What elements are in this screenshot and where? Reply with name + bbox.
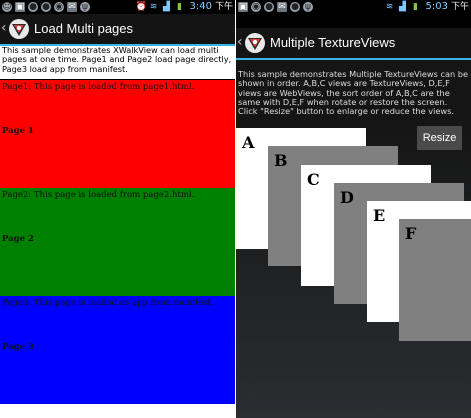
clock-ampm: 下午 <box>450 2 469 12</box>
sync-icon: ◉ <box>54 2 64 12</box>
notification-icon: ● <box>264 2 274 12</box>
back-chevron-icon[interactable]: ‹ <box>237 35 243 49</box>
page-label: Page 2 <box>2 234 34 244</box>
clock: 5:03 <box>425 1 448 12</box>
action-bar: ‹ Load Multi pages <box>0 14 235 46</box>
crosswalk-logo-icon[interactable] <box>244 32 266 54</box>
signal-icon: ▟ <box>163 2 170 12</box>
xwalk-view-page-3[interactable]: Page3: This page is loaded as app from m… <box>0 296 235 404</box>
view-letter: A <box>242 133 255 152</box>
page-header: Page3: This page is loaded as app from m… <box>2 298 214 308</box>
resize-button[interactable]: Resize <box>417 126 462 150</box>
message-icon: ✉ <box>67 2 77 12</box>
image-icon: ▣ <box>238 2 248 12</box>
status-bar: ▣ ◉ ● ✉ ● ψ ≋ ▟ ▮ 5:03 下午 <box>236 0 471 14</box>
back-chevron-icon[interactable]: ‹ <box>1 21 7 35</box>
view-letter: F <box>405 224 417 243</box>
view-letter: B <box>274 151 288 170</box>
app-icon: ● <box>290 2 300 12</box>
clock-ampm: 下午 <box>214 2 233 12</box>
sync-icon: ◉ <box>251 2 261 12</box>
sample-description: This sample demonstrates Multiple Textur… <box>236 69 471 128</box>
page-bottom-area <box>0 404 235 418</box>
xwalk-view-page-2[interactable]: Page2: This page is loaded from page2.ht… <box>0 188 235 296</box>
battery-icon: ▮ <box>177 2 182 12</box>
page-title: Load Multi pages <box>34 21 134 36</box>
message-icon: ✉ <box>277 2 287 12</box>
xwalk-view-page-1[interactable]: Page1: This page is loaded from page1.ht… <box>0 80 235 188</box>
usb-icon: ψ <box>80 2 90 12</box>
image-icon: ▣ <box>15 2 25 12</box>
page-header: Page1: This page is loaded from page1.ht… <box>2 82 195 92</box>
notification-icon: ☺ <box>2 2 12 12</box>
app-icon: ● <box>28 2 38 12</box>
page-title: Multiple TextureViews <box>270 35 396 50</box>
signal-icon: ▟ <box>399 2 406 12</box>
battery-icon: ▮ <box>413 2 418 12</box>
page-label: Page 3 <box>2 342 34 352</box>
clock: 3:40 <box>189 1 212 12</box>
crosswalk-logo-icon[interactable] <box>8 18 30 40</box>
wifi-icon: ≋ <box>149 2 158 12</box>
page-label: Page 1 <box>2 126 34 136</box>
view-letter: E <box>373 206 386 225</box>
usb-icon: ψ <box>303 2 313 12</box>
status-bar: ☺ ▣ ● ● ◉ ✉ ψ ⏰ ≋ ▟ ▮ 3:40 下午 <box>0 0 235 14</box>
action-bar: ‹ Multiple TextureViews <box>236 28 471 60</box>
page-header: Page2: This page is loaded from page2.ht… <box>2 190 195 200</box>
alarm-icon: ⏰ <box>135 2 147 12</box>
view-letter: C <box>307 170 320 189</box>
sample-description: This sample demonstrates XWalkView can l… <box>0 45 235 79</box>
right-screen: ▣ ◉ ● ✉ ● ψ ≋ ▟ ▮ 5:03 下午 ‹ Multiple Tex… <box>236 0 471 418</box>
notification-icon: ● <box>41 2 51 12</box>
left-screen: ☺ ▣ ● ● ◉ ✉ ψ ⏰ ≋ ▟ ▮ 3:40 下午 ‹ Load Mul… <box>0 0 235 418</box>
web-view-f: F <box>399 219 471 341</box>
view-letter: D <box>340 188 354 207</box>
wifi-icon: ≋ <box>385 2 394 12</box>
